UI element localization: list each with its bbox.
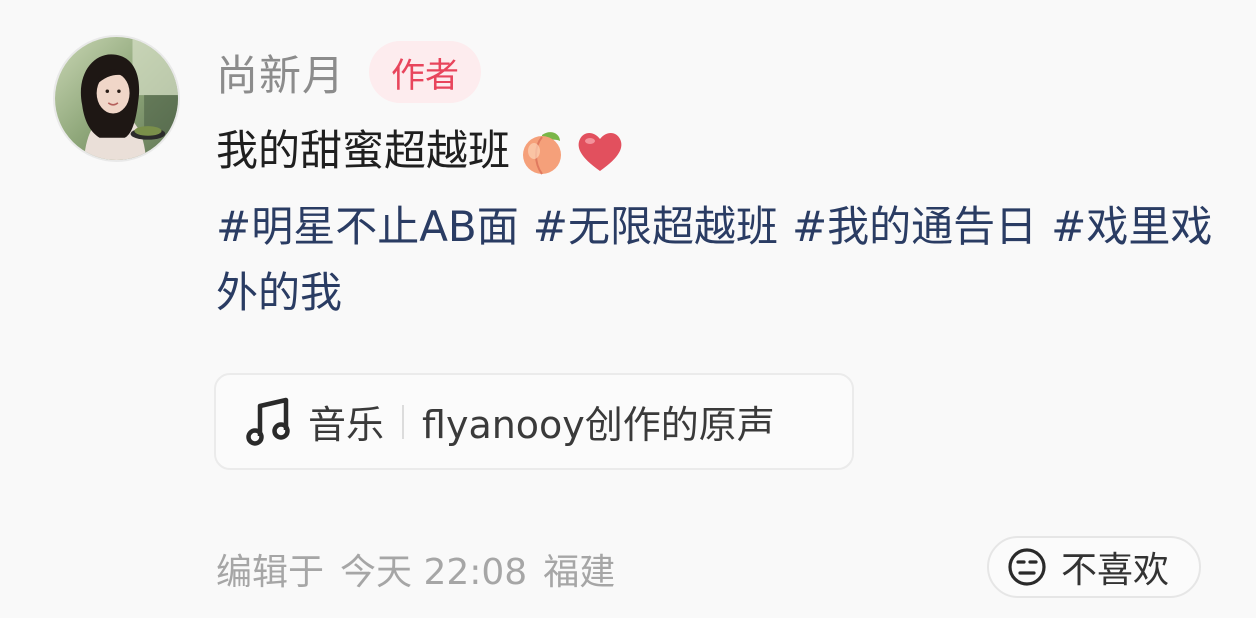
dislike-label: 不喜欢	[1061, 550, 1170, 591]
post-meta: 编辑于 今天 22:08 福建	[216, 542, 615, 596]
music-card[interactable]: 音乐 flyanooy创作的原声	[214, 373, 854, 470]
neutral-face-icon	[1007, 547, 1047, 587]
dislike-button[interactable]: 不喜欢	[987, 536, 1201, 598]
music-note-icon	[246, 396, 294, 448]
music-label: 音乐	[308, 403, 385, 447]
comment-post: 尚新月 作者 我的甜蜜超越班 #明星不止AB面 #无限超越班 #我的通告日 #戏…	[0, 0, 1256, 618]
music-title: flyanooy创作的原声	[422, 403, 775, 447]
author-name[interactable]: 尚新月	[216, 42, 345, 103]
avatar-image	[55, 37, 178, 160]
post-title: 我的甜蜜超越班	[216, 126, 511, 175]
author-row: 尚新月 作者	[216, 40, 482, 104]
edited-time: 今天 22:08	[340, 552, 528, 593]
music-divider	[402, 404, 405, 439]
hashtag-list: #明星不止AB面 #无限超越班 #我的通告日 #戏里戏外的我	[216, 194, 1216, 326]
peach-emoji	[516, 125, 568, 177]
hashtag-link[interactable]: #无限超越班	[533, 202, 778, 251]
red-heart-emoji	[574, 125, 626, 177]
hashtag-link[interactable]: #我的通告日	[792, 202, 1037, 251]
hashtag-link[interactable]: #明星不止AB面	[216, 202, 519, 251]
post-content: 我的甜蜜超越班 #明星不止AB面 #无限超越班 #我的通告日 #戏里戏外的我	[216, 118, 1216, 326]
edited-prefix: 编辑于	[216, 552, 325, 593]
avatar[interactable]	[53, 35, 180, 162]
location: 福建	[543, 552, 616, 593]
post-title-line: 我的甜蜜超越班	[216, 118, 1216, 184]
author-badge: 作者	[369, 41, 482, 103]
